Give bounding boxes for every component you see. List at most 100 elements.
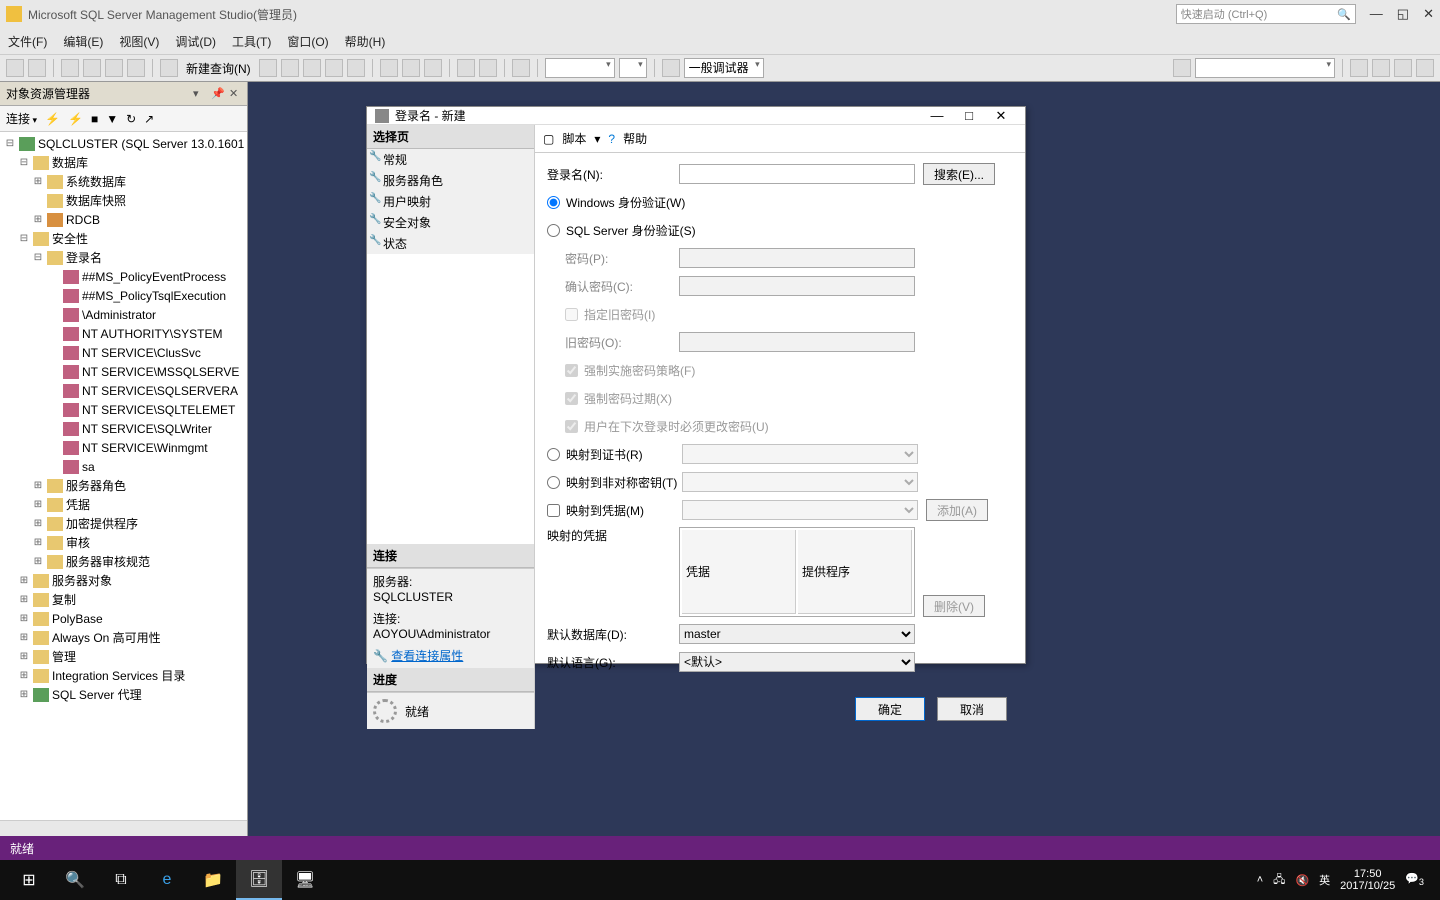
tree-server-audit-spec[interactable]: 服务器审核规范 bbox=[66, 553, 150, 570]
page-general[interactable]: 常规 bbox=[367, 149, 534, 170]
tb-icon-10[interactable] bbox=[1416, 59, 1434, 77]
menu-tools[interactable]: 工具(T) bbox=[232, 33, 271, 50]
page-securables[interactable]: 安全对象 bbox=[367, 212, 534, 233]
tb-icon-7[interactable] bbox=[1350, 59, 1368, 77]
open-button[interactable] bbox=[83, 59, 101, 77]
taskbar-clock[interactable]: 17:50 2017/10/25 bbox=[1340, 868, 1395, 892]
menu-window[interactable]: 窗口(O) bbox=[287, 33, 328, 50]
tree-db-snapshots[interactable]: 数据库快照 bbox=[66, 192, 126, 209]
panel-close-icon[interactable]: ✕ bbox=[229, 87, 241, 100]
oe-tb-refresh-icon[interactable]: ↻ bbox=[126, 112, 136, 126]
tree-replication[interactable]: 复制 bbox=[52, 591, 76, 608]
debugger-select[interactable]: 一般调试器 bbox=[684, 58, 764, 78]
view-connection-props-link[interactable]: 查看连接属性 bbox=[391, 649, 463, 663]
tree-server-objects[interactable]: 服务器对象 bbox=[52, 572, 112, 589]
tray-chevron-up-icon[interactable]: ˄ bbox=[1257, 874, 1263, 886]
tree-login-item[interactable]: sa bbox=[82, 460, 95, 474]
tree-agent[interactable]: SQL Server 代理 bbox=[52, 686, 142, 703]
tb-icon-6[interactable] bbox=[512, 59, 530, 77]
tree-rdcb[interactable]: RDCB bbox=[66, 213, 100, 227]
tree-login-item[interactable]: \Administrator bbox=[82, 308, 156, 322]
ie-icon[interactable]: e bbox=[144, 860, 190, 900]
menu-file[interactable]: 文件(F) bbox=[8, 33, 47, 50]
tree-crypto[interactable]: 加密提供程序 bbox=[66, 515, 138, 532]
tree-logins[interactable]: 登录名 bbox=[66, 249, 102, 266]
tree-credentials[interactable]: 凭据 bbox=[66, 496, 90, 513]
tray-network-icon[interactable]: 🖧 bbox=[1273, 871, 1285, 890]
page-server-roles[interactable]: 服务器角色 bbox=[367, 170, 534, 191]
object-explorer-tree[interactable]: ⊟SQLCLUSTER (SQL Server 13.0.1601 ⊟数据库 ⊞… bbox=[0, 132, 247, 820]
menu-debug[interactable]: 调试(D) bbox=[175, 33, 216, 50]
tray-ime-indicator[interactable]: 英 bbox=[1319, 872, 1330, 888]
ssms-taskbar-icon[interactable]: 🗄 bbox=[236, 860, 282, 900]
save-button[interactable] bbox=[105, 59, 123, 77]
tree-login-item[interactable]: NT SERVICE\SQLSERVERA bbox=[82, 384, 238, 398]
ok-button[interactable]: 确定 bbox=[855, 697, 925, 721]
menu-view[interactable]: 视图(V) bbox=[119, 33, 159, 50]
script-dropdown-icon[interactable]: ▾ bbox=[594, 132, 600, 146]
connect-dropdown[interactable]: 连接 bbox=[6, 110, 37, 127]
map-asym-radio[interactable] bbox=[547, 476, 560, 489]
tree-login-item[interactable]: NT SERVICE\SQLTELEMET bbox=[82, 403, 235, 417]
tree-management[interactable]: 管理 bbox=[52, 648, 76, 665]
default-db-select[interactable]: master bbox=[679, 624, 915, 644]
sql-auth-radio[interactable] bbox=[547, 224, 560, 237]
find-icon[interactable] bbox=[1173, 59, 1191, 77]
tree-login-item[interactable]: NT SERVICE\SQLWriter bbox=[82, 422, 212, 436]
menu-help[interactable]: 帮助(H) bbox=[345, 33, 386, 50]
notification-icon[interactable]: 💬3 bbox=[1405, 872, 1424, 887]
windows-auth-radio[interactable] bbox=[547, 196, 560, 209]
dialog-titlebar[interactable]: 登录名 - 新建 — □ ✕ bbox=[367, 107, 1025, 125]
close-button[interactable]: ✕ bbox=[1423, 6, 1434, 22]
tb-icon-8[interactable] bbox=[1372, 59, 1390, 77]
script-button[interactable]: 脚本 bbox=[562, 130, 586, 147]
oe-tb-icon-3[interactable]: ■ bbox=[91, 112, 98, 126]
tree-is-catalog[interactable]: Integration Services 目录 bbox=[52, 667, 185, 684]
tree-databases[interactable]: 数据库 bbox=[52, 154, 88, 171]
oe-tb-filter-icon[interactable]: ▼ bbox=[106, 112, 118, 126]
tree-security[interactable]: 安全性 bbox=[52, 230, 88, 247]
new-project-button[interactable] bbox=[61, 59, 79, 77]
tree-login-item[interactable]: ##MS_PolicyTsqlExecution bbox=[82, 289, 226, 303]
minimize-button[interactable]: — bbox=[1370, 6, 1383, 22]
maximize-button[interactable]: ◱ bbox=[1397, 6, 1409, 22]
tree-alwayson[interactable]: Always On 高可用性 bbox=[52, 629, 161, 646]
tree-login-item[interactable]: NT SERVICE\ClusSvc bbox=[82, 346, 201, 360]
tb-icon-4[interactable] bbox=[325, 59, 343, 77]
search-taskbar-icon[interactable]: 🔍 bbox=[52, 860, 98, 900]
help-button[interactable]: 帮助 bbox=[623, 130, 647, 147]
panel-pin-icon[interactable]: 📌 bbox=[211, 87, 223, 100]
paste-button[interactable] bbox=[424, 59, 442, 77]
nav-forward-button[interactable] bbox=[28, 59, 46, 77]
search-button[interactable]: 搜索(E)... bbox=[923, 163, 995, 185]
dialog-minimize-button[interactable]: — bbox=[921, 108, 953, 123]
debug-play-icon[interactable] bbox=[662, 59, 680, 77]
tb-icon-2[interactable] bbox=[281, 59, 299, 77]
tree-login-item[interactable]: NT SERVICE\Winmgmt bbox=[82, 441, 208, 455]
tree-system-db[interactable]: 系统数据库 bbox=[66, 173, 126, 190]
page-status[interactable]: 状态 bbox=[367, 233, 534, 254]
tree-login-item[interactable]: ##MS_PolicyEventProcess bbox=[82, 270, 226, 284]
explorer-icon[interactable]: 📁 bbox=[190, 860, 236, 900]
tree-root[interactable]: SQLCLUSTER (SQL Server 13.0.1601 bbox=[38, 137, 244, 151]
tree-horizontal-scrollbar[interactable] bbox=[0, 820, 247, 836]
menu-edit[interactable]: 编辑(E) bbox=[63, 33, 103, 50]
start-button[interactable]: ⊞ bbox=[6, 860, 52, 900]
default-lang-select[interactable]: <默认> bbox=[679, 652, 915, 672]
oe-tb-icon-4[interactable]: ↗ bbox=[144, 112, 154, 126]
tree-login-item[interactable]: NT AUTHORITY\SYSTEM bbox=[82, 327, 222, 341]
save-all-button[interactable] bbox=[127, 59, 145, 77]
cancel-button[interactable]: 取消 bbox=[937, 697, 1007, 721]
tree-polybase[interactable]: PolyBase bbox=[52, 612, 103, 626]
tree-server-roles[interactable]: 服务器角色 bbox=[66, 477, 126, 494]
tray-volume-icon[interactable]: 🔇 bbox=[1295, 874, 1309, 887]
map-cred-check[interactable] bbox=[547, 504, 560, 517]
tb-icon-3[interactable] bbox=[303, 59, 321, 77]
oe-tb-icon-1[interactable]: ⚡ bbox=[45, 112, 60, 126]
task-view-icon[interactable]: ⧉ bbox=[98, 860, 144, 900]
map-cert-radio[interactable] bbox=[547, 448, 560, 461]
tb-icon-1[interactable] bbox=[259, 59, 277, 77]
tb-icon-5[interactable] bbox=[347, 59, 365, 77]
undo-button[interactable] bbox=[457, 59, 475, 77]
server-manager-icon[interactable]: 🖥 bbox=[282, 860, 328, 900]
